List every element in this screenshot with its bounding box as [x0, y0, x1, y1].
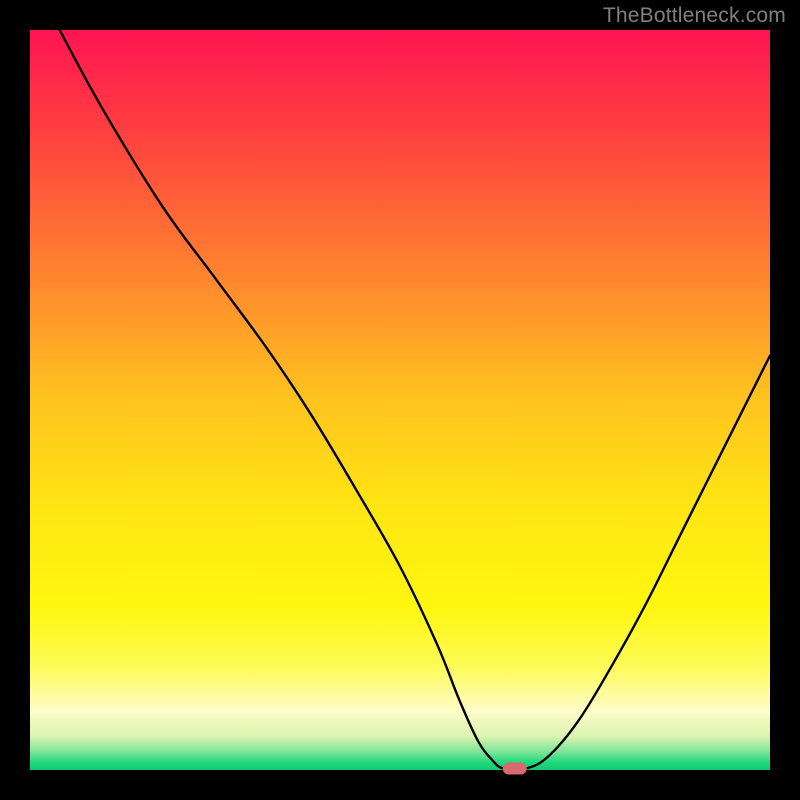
bottleneck-chart	[0, 0, 800, 800]
plot-background	[30, 30, 770, 770]
chart-frame: TheBottleneck.com	[0, 0, 800, 800]
watermark-label: TheBottleneck.com	[603, 4, 786, 28]
optimal-marker	[503, 763, 527, 775]
